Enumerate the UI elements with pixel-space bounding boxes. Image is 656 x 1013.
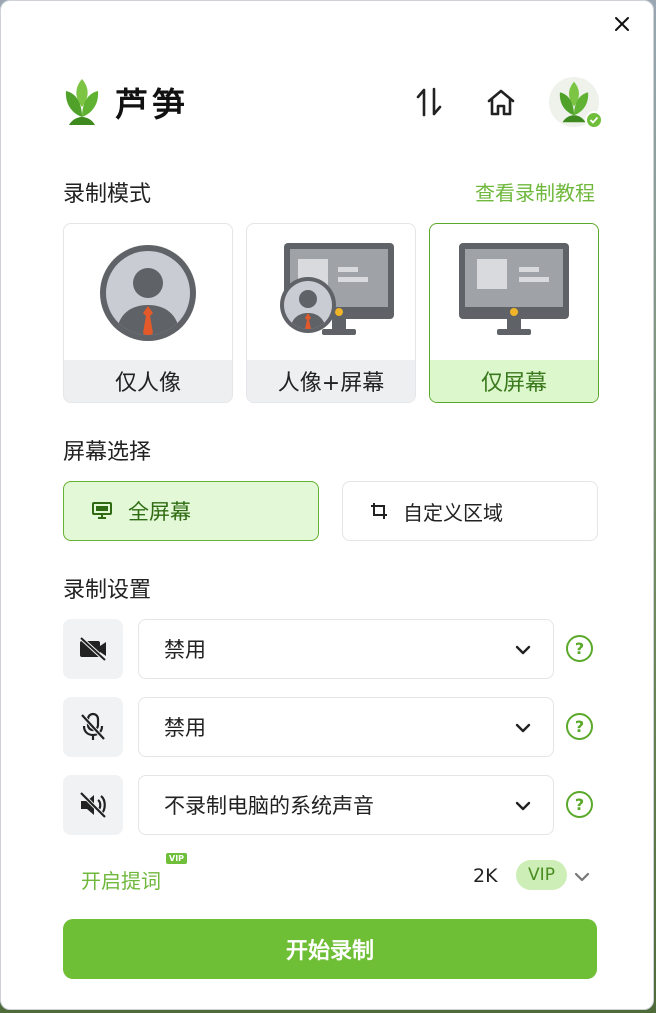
screen-illustration bbox=[430, 224, 598, 362]
system-audio-select-value: 不录制电脑的系统声音 bbox=[164, 794, 374, 818]
mode-label: 人像+屏幕 bbox=[247, 360, 415, 402]
system-audio-select[interactable]: 不录制电脑的系统声音 bbox=[138, 775, 554, 835]
swap-vertical-icon bbox=[416, 87, 442, 117]
fullscreen-option[interactable]: 全屏幕 bbox=[63, 481, 319, 541]
monitor-icon bbox=[459, 243, 569, 335]
crop-icon bbox=[367, 499, 391, 523]
fullscreen-label: 全屏幕 bbox=[128, 500, 191, 524]
header: 芦笋 bbox=[63, 77, 603, 131]
system-audio-toggle[interactable] bbox=[63, 775, 123, 835]
verified-badge bbox=[585, 111, 603, 129]
monitor-icon bbox=[90, 499, 114, 523]
home-icon bbox=[487, 89, 515, 116]
teleprompter-vip-badge: VIP bbox=[166, 853, 188, 864]
person-icon bbox=[100, 245, 196, 341]
mic-off-icon bbox=[80, 712, 106, 741]
check-icon bbox=[589, 116, 599, 124]
custom-area-label: 自定义区域 bbox=[403, 500, 503, 525]
camera-toggle[interactable] bbox=[63, 619, 123, 679]
portrait-illustration bbox=[64, 224, 232, 362]
camera-select[interactable]: 禁用 bbox=[138, 619, 554, 679]
mode-screen-only[interactable]: 仅屏幕 bbox=[429, 223, 599, 403]
screen-select-title: 屏幕选择 bbox=[63, 440, 152, 465]
microphone-select-value: 禁用 bbox=[164, 716, 206, 740]
start-recording-button[interactable]: 开始录制 bbox=[63, 919, 597, 979]
teleprompter-toggle[interactable]: 开启提词 bbox=[81, 865, 161, 894]
portrait-screen-illustration bbox=[247, 224, 415, 362]
camera-select-value: 禁用 bbox=[164, 638, 206, 662]
chevron-down-icon bbox=[515, 645, 531, 655]
resolution-chevron-down-icon[interactable] bbox=[572, 867, 592, 887]
microphone-toggle[interactable] bbox=[63, 697, 123, 757]
camera-off-icon bbox=[79, 636, 107, 662]
record-settings-title: 录制设置 bbox=[63, 578, 152, 603]
avatar[interactable] bbox=[549, 77, 603, 129]
home-button[interactable] bbox=[484, 85, 518, 119]
tutorial-link[interactable]: 查看录制教程 bbox=[475, 177, 595, 206]
system-audio-setting-row: 不录制电脑的系统声音 ? bbox=[63, 775, 599, 835]
resolution-vip-badge: VIP bbox=[516, 860, 567, 890]
microphone-select[interactable]: 禁用 bbox=[138, 697, 554, 757]
record-mode-title: 录制模式 bbox=[63, 182, 152, 207]
brand-name: 芦笋 bbox=[115, 85, 189, 124]
mode-portrait-and-screen[interactable]: 人像+屏幕 bbox=[246, 223, 416, 403]
camera-help-icon[interactable]: ? bbox=[566, 635, 593, 662]
custom-area-option[interactable]: 自定义区域 bbox=[342, 481, 598, 541]
monitor-with-person-icon bbox=[280, 243, 394, 335]
chevron-down-icon bbox=[515, 723, 531, 733]
chevron-down-icon bbox=[515, 801, 531, 811]
speaker-off-icon bbox=[79, 791, 107, 819]
system-audio-help-icon[interactable]: ? bbox=[566, 791, 593, 818]
microphone-help-icon[interactable]: ? bbox=[566, 713, 593, 740]
microphone-setting-row: 禁用 ? bbox=[63, 697, 599, 757]
logo: 芦笋 bbox=[63, 77, 189, 127]
leaf-logo-icon bbox=[65, 79, 99, 125]
mode-label: 仅屏幕 bbox=[430, 360, 598, 402]
close-button[interactable] bbox=[611, 13, 633, 35]
resolution-label: 2K bbox=[473, 865, 498, 887]
swap-button[interactable] bbox=[412, 85, 446, 119]
camera-setting-row: 禁用 ? bbox=[63, 619, 599, 679]
close-icon bbox=[615, 17, 629, 31]
mode-portrait-only[interactable]: 仅人像 bbox=[63, 223, 233, 403]
mode-label: 仅人像 bbox=[64, 360, 232, 402]
recorder-panel: 芦笋 录制模式 查看录制教程 仅人像 人像+屏幕 仅屏幕 屏幕选择 全屏幕 自定… bbox=[0, 0, 654, 1010]
